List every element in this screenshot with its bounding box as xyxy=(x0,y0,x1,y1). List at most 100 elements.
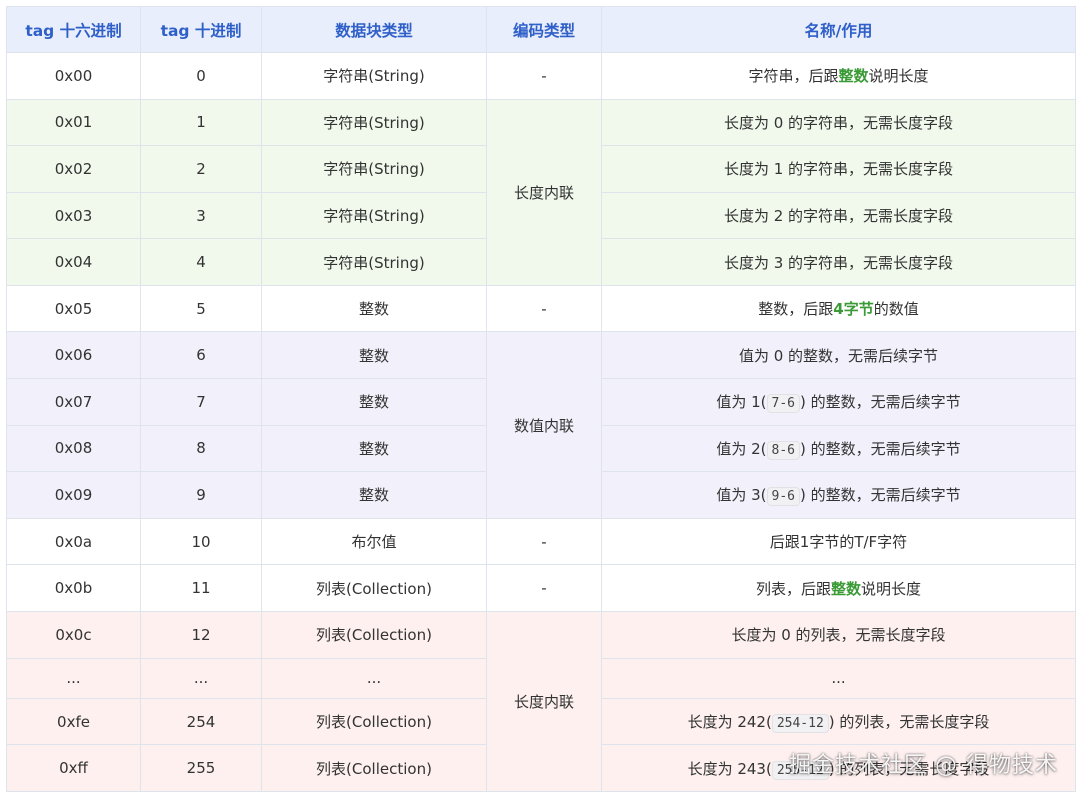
cell-description: 长度为 0 的字符串，无需长度字段 xyxy=(601,98,1076,147)
cell-dec: 12 xyxy=(140,610,262,659)
cell-description: 后跟1字节的T/F字符 xyxy=(601,517,1076,566)
cell-type: 列表(Collection) xyxy=(261,564,487,612)
cell-dec: 9 xyxy=(140,471,262,519)
cell-dec: 7 xyxy=(140,378,262,426)
desc-text: 长度为 243( xyxy=(687,759,772,778)
cell-description: 值为 3(9-6) 的整数，无需后续字节 xyxy=(601,471,1076,519)
cell-type: 字符串(String) xyxy=(261,238,487,286)
inline-code: 7-6 xyxy=(766,394,801,414)
cell-hex: 0xff xyxy=(6,744,141,792)
cell-hex: 0xfe xyxy=(6,697,141,746)
cell-description: ... xyxy=(601,657,1076,699)
cell-type: 字符串(String) xyxy=(261,145,487,193)
cell-type: 字符串(String) xyxy=(261,98,487,147)
cell-type: 整数 xyxy=(261,471,487,519)
desc-text: 值为 2( xyxy=(716,439,767,458)
table-row: 0x0b 11 列表(Collection) - 列表，后跟整数说明长度 xyxy=(6,564,1076,612)
cell-description: 值为 1(7-6) 的整数，无需后续字节 xyxy=(601,378,1076,426)
table-row: 0x00 0 字符串(String) - 字符串，后跟整数说明长度 xyxy=(6,52,1076,100)
desc-text: ) 的整数，无需后续字节 xyxy=(800,486,961,505)
cell-encoding: - xyxy=(486,284,602,333)
cell-dec: 2 xyxy=(140,145,262,193)
cell-description: 值为 0 的整数，无需后续字节 xyxy=(601,331,1076,380)
header-block-type: 数据块类型 xyxy=(261,6,487,53)
cell-dec: 3 xyxy=(140,191,262,240)
table-row: 0x0a 10 布尔值 - 后跟1字节的T/F字符 xyxy=(6,517,1076,566)
cell-hex: 0x08 xyxy=(6,424,141,473)
cell-description: 值为 2(8-6) 的整数，无需后续字节 xyxy=(601,424,1076,473)
cell-description: 长度为 242(254-12) 的列表，无需长度字段 xyxy=(601,697,1076,746)
cell-hex: 0x02 xyxy=(6,145,141,193)
cell-dec: 0 xyxy=(140,52,262,100)
table-row: 0x05 5 整数 - 整数，后跟4字节的数值 xyxy=(6,284,1076,333)
cell-type: 列表(Collection) xyxy=(261,610,487,659)
cell-dec: 4 xyxy=(140,238,262,286)
cell-dec: 5 xyxy=(140,284,262,333)
cell-description: 长度为 3 的字符串，无需长度字段 xyxy=(601,238,1076,286)
cell-hex: 0x0b xyxy=(6,564,141,612)
cell-type: 列表(Collection) xyxy=(261,744,487,792)
cell-type: 布尔值 xyxy=(261,517,487,566)
cell-dec: 6 xyxy=(140,331,262,380)
header-tag-dec: tag 十进制 xyxy=(140,6,262,53)
cell-dec: 255 xyxy=(140,744,262,792)
desc-text: 的数值 xyxy=(873,300,919,319)
cell-hex: 0x01 xyxy=(6,98,141,147)
cell-hex: 0x00 xyxy=(6,52,141,100)
cell-hex: 0x0a xyxy=(6,517,141,566)
cell-description: 长度为 1 的字符串，无需长度字段 xyxy=(601,145,1076,193)
cell-dec: 1 xyxy=(140,98,262,147)
inline-code: 254-12 xyxy=(771,714,829,734)
cell-description: 长度为 0 的列表，无需长度字段 xyxy=(601,610,1076,659)
cell-description: 整数，后跟4字节的数值 xyxy=(601,284,1076,333)
desc-text: 说明长度 xyxy=(868,67,929,86)
cell-hex: 0x09 xyxy=(6,471,141,519)
header-encoding-type: 编码类型 xyxy=(486,6,602,53)
header-tag-hex: tag 十六进制 xyxy=(6,6,141,53)
cell-hex: 0x05 xyxy=(6,284,141,333)
desc-text: 值为 3( xyxy=(716,486,767,505)
cell-dec: 254 xyxy=(140,697,262,746)
desc-text: 列表，后跟 xyxy=(755,579,831,598)
cell-type: 整数 xyxy=(261,331,487,380)
cell-type: 字符串(String) xyxy=(261,52,487,100)
cell-type: 整数 xyxy=(261,424,487,473)
cell-hex: 0x06 xyxy=(6,331,141,380)
cell-type: 列表(Collection) xyxy=(261,697,487,746)
watermark: 掘金技术社区 @ 得物技术 xyxy=(789,753,1058,778)
desc-highlight: 4字节 xyxy=(833,300,874,319)
desc-text: 长度为 242( xyxy=(687,713,772,732)
cell-type: 字符串(String) xyxy=(261,191,487,240)
desc-text: 字符串，后跟 xyxy=(748,67,839,86)
cell-hex: ... xyxy=(6,657,141,699)
inline-code: 8-6 xyxy=(766,440,801,460)
cell-hex: 0x04 xyxy=(6,238,141,286)
cell-encoding-merged: 数值内联 xyxy=(486,331,602,519)
cell-type: ... xyxy=(261,657,487,699)
desc-text: 整数，后跟 xyxy=(758,300,834,319)
tag-encoding-table: tag 十六进制 tag 十进制 数据块类型 编码类型 名称/作用 0x00 0… xyxy=(6,6,1076,793)
cell-dec: 11 xyxy=(140,564,262,612)
desc-text: ) 的整数，无需后续字节 xyxy=(800,393,961,412)
cell-dec: ... xyxy=(140,657,262,699)
table-row: 0x01 1 字符串(String) 长度内联 长度为 0 的字符串，无需长度字… xyxy=(6,98,1076,286)
cell-hex: 0x03 xyxy=(6,191,141,240)
desc-text: ) 的列表，无需长度字段 xyxy=(828,713,990,732)
cell-encoding: - xyxy=(486,564,602,612)
desc-text: 值为 1( xyxy=(716,393,767,412)
cell-hex: 0x07 xyxy=(6,378,141,426)
desc-highlight: 整数 xyxy=(838,67,869,86)
cell-type: 整数 xyxy=(261,378,487,426)
cell-encoding-merged: 长度内联 xyxy=(486,98,602,286)
cell-description: 长度为 2 的字符串，无需长度字段 xyxy=(601,191,1076,240)
cell-encoding: - xyxy=(486,52,602,100)
cell-dec: 10 xyxy=(140,517,262,566)
table-row: 0x0c 12 列表(Collection) 长度内联 长度为 0 的列表，无需… xyxy=(6,610,1076,793)
table-header-row: tag 十六进制 tag 十进制 数据块类型 编码类型 名称/作用 xyxy=(6,6,1076,53)
header-name-purpose: 名称/作用 xyxy=(601,6,1076,53)
cell-description: 字符串，后跟整数说明长度 xyxy=(601,52,1076,100)
cell-dec: 8 xyxy=(140,424,262,473)
desc-highlight: 整数 xyxy=(830,579,861,598)
desc-text: 说明长度 xyxy=(861,579,922,598)
cell-type: 整数 xyxy=(261,284,487,333)
